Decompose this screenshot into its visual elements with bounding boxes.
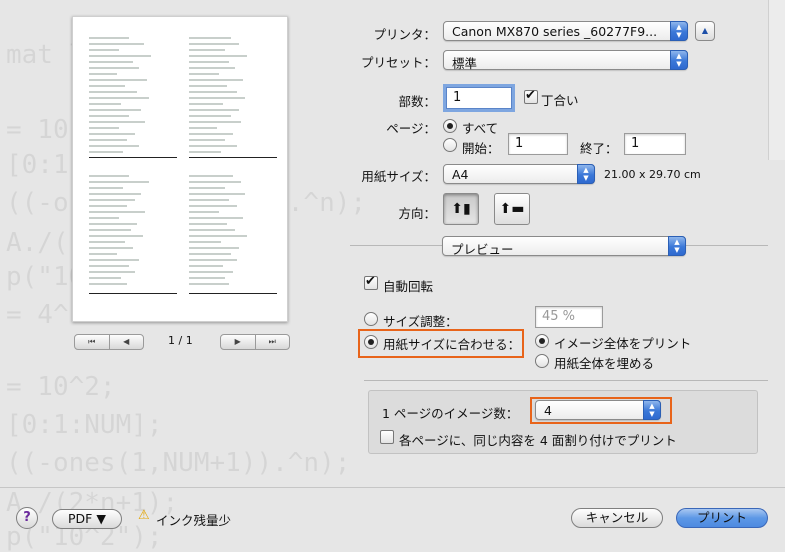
print-preview-page <box>72 16 288 322</box>
previous-page-icon[interactable]: ◀ <box>108 335 144 349</box>
ink-warning-label: インク残量少 <box>156 513 232 528</box>
preview-rule <box>89 293 177 294</box>
collate-checkbox[interactable] <box>524 88 538 104</box>
paper-size-popup[interactable]: A4 ▲ ▼ <box>443 164 595 184</box>
printer-value: Canon MX870 series _60277F9... <box>452 24 658 39</box>
pages-all-label: すべて <box>462 121 499 136</box>
pages-per-sheet-popup[interactable]: 4 ▲ ▼ <box>535 400 661 420</box>
footer-separator <box>0 487 785 488</box>
code-line: [0:1:NUM]; <box>6 410 163 440</box>
pages-all-radio[interactable] <box>443 119 457 133</box>
fit-paper-radio[interactable] <box>364 335 378 349</box>
help-button[interactable]: ? <box>16 507 38 529</box>
scale-label: サイズ調整： <box>383 314 458 329</box>
code-line: [0:1 <box>6 150 69 180</box>
fit-paper-label: 用紙サイズに合わせる： <box>383 337 521 352</box>
popup-arrows-icon: ▲ ▼ <box>643 400 661 420</box>
preview-rule <box>89 157 177 158</box>
portrait-icon: ⬆▮ <box>451 201 471 217</box>
preset-popup[interactable]: 標準 ▲ ▼ <box>443 50 688 71</box>
orientation-portrait-button[interactable]: ⬆▮ <box>443 193 479 225</box>
fill-entire-label: 用紙全体を埋める <box>554 356 655 371</box>
popup-arrows-icon: ▲ ▼ <box>577 164 595 184</box>
last-page-icon[interactable]: ⏭ <box>254 335 290 349</box>
code-line: = 4^ <box>6 300 69 330</box>
paper-size-value: A4 <box>452 167 469 182</box>
preview-code-block <box>89 37 159 157</box>
preview-rule <box>189 157 277 158</box>
separator <box>364 380 768 381</box>
preview-nav-forward[interactable]: ▶ ⏭ <box>220 334 290 350</box>
auto-rotate-label: 自動回転 <box>383 279 434 294</box>
fill-entire-radio[interactable] <box>535 354 549 368</box>
printer-popup[interactable]: Canon MX870 series _60277F9... ▲ ▼ <box>443 21 688 41</box>
pages-label: ページ： <box>386 121 436 136</box>
pages-from-label: 開始： <box>462 141 500 156</box>
preview-code-block <box>189 175 259 289</box>
section-popup[interactable]: プレビュー ▲ ▼ <box>442 236 686 257</box>
warning-icon: ⚠ <box>138 508 150 523</box>
preview-nav-back[interactable]: ⏮ ◀ <box>74 334 144 350</box>
collapse-button[interactable]: ▲ <box>695 21 715 41</box>
pages-to-field[interactable]: 1 <box>624 133 686 155</box>
popup-arrows-icon: ▲ ▼ <box>670 50 688 70</box>
print-entire-radio[interactable] <box>535 334 549 348</box>
orientation-label: 方向： <box>398 206 436 221</box>
copies-label: 部数： <box>398 94 436 109</box>
pages-from-field[interactable]: 1 <box>508 133 568 155</box>
copies-field[interactable]: 1 <box>446 87 512 109</box>
orientation-landscape-button[interactable]: ⬆▬ <box>494 193 530 225</box>
preview-code-block <box>189 37 259 157</box>
landscape-icon: ⬆▬ <box>499 201 525 217</box>
popup-arrows-icon: ▲ ▼ <box>670 21 688 41</box>
pages-per-sheet-label: 1 ページのイメージ数： <box>382 406 519 421</box>
print-button[interactable]: プリント <box>676 508 768 528</box>
paper-dimensions: 21.00 x 29.70 cm <box>604 168 701 181</box>
code-line: = 10 <box>6 115 69 145</box>
preview-code-block <box>89 175 159 289</box>
section-value: プレビュー <box>451 242 514 257</box>
printer-label: プリンタ： <box>373 27 436 42</box>
paper-size-label: 用紙サイズ： <box>361 169 436 184</box>
pages-per-sheet-value: 4 <box>544 403 552 418</box>
scale-field[interactable]: 45 % <box>535 306 603 328</box>
scale-radio[interactable] <box>364 312 378 326</box>
preset-value: 標準 <box>452 56 478 71</box>
page-counter: 1 / 1 <box>168 334 193 347</box>
preset-label: プリセット： <box>360 55 436 70</box>
preview-rule <box>189 293 277 294</box>
pdf-button[interactable]: PDF ▼ <box>52 509 122 529</box>
code-line: A./( <box>6 228 69 258</box>
triangle-up-icon: ▲ <box>701 26 709 35</box>
scrollbar[interactable] <box>768 0 785 160</box>
pages-range-radio[interactable] <box>443 138 457 152</box>
cancel-button[interactable]: キャンセル <box>571 508 663 528</box>
same-content-checkbox[interactable] <box>380 430 394 444</box>
auto-rotate-checkbox[interactable] <box>364 274 378 290</box>
code-line: = 10^2; <box>6 372 116 402</box>
same-content-label: 各ページに、同じ内容を 4 面割り付けでプリント <box>399 433 677 448</box>
popup-arrows-icon: ▲ ▼ <box>668 236 686 256</box>
print-entire-label: イメージ全体をプリント <box>554 336 692 351</box>
first-page-icon[interactable]: ⏮ <box>75 335 109 349</box>
collate-label: 丁合い <box>541 93 579 108</box>
next-page-icon[interactable]: ▶ <box>221 335 255 349</box>
code-line: ((-ones(1,NUM+1)).^n); <box>6 448 351 478</box>
pages-to-label: 終了： <box>580 141 618 156</box>
